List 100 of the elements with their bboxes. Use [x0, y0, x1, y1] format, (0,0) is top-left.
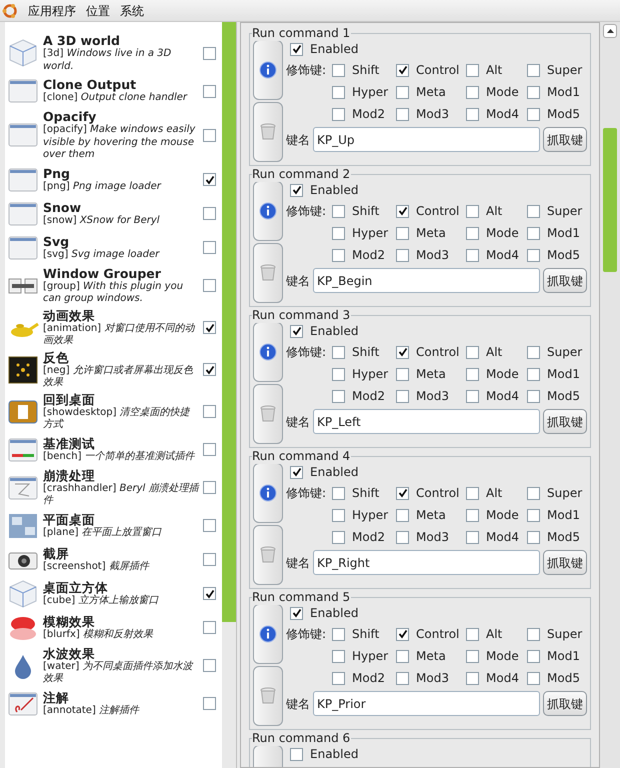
modifier-checkbox[interactable]	[332, 368, 345, 380]
scroll-up-button[interactable]	[603, 24, 617, 38]
info-button[interactable]	[253, 604, 283, 664]
modifier-checkbox[interactable]	[466, 672, 479, 684]
modifier-checkbox[interactable]	[527, 530, 540, 544]
modifier-checkbox[interactable]	[396, 368, 409, 380]
modifier-checkbox[interactable]	[396, 86, 409, 98]
modifier-checkbox[interactable]	[332, 64, 345, 76]
info-button[interactable]	[253, 745, 283, 767]
modifier-checkbox[interactable]	[396, 628, 409, 640]
modifier-checkbox[interactable]	[332, 486, 345, 500]
plugin-checkbox[interactable]	[203, 321, 216, 334]
plugin-checkbox[interactable]	[203, 697, 216, 710]
modifier-checkbox[interactable]	[396, 390, 409, 402]
key-name-field[interactable]: KP_Up	[313, 127, 540, 152]
plugin-checkbox[interactable]	[203, 207, 216, 220]
modifier-checkbox[interactable]	[332, 248, 345, 262]
modifier-checkbox[interactable]	[527, 64, 540, 76]
info-button[interactable]	[253, 322, 283, 382]
enabled-checkbox[interactable]	[290, 324, 303, 338]
grab-key-button[interactable]: 抓取键	[543, 550, 587, 575]
grab-key-button[interactable]: 抓取键	[543, 127, 587, 152]
modifier-checkbox[interactable]	[466, 486, 479, 500]
delete-button[interactable]	[253, 525, 283, 585]
modifier-checkbox[interactable]	[527, 346, 540, 358]
plugin-checkbox[interactable]	[203, 241, 216, 254]
enabled-checkbox[interactable]	[290, 606, 303, 620]
info-button[interactable]	[253, 40, 283, 100]
modifier-checkbox[interactable]	[527, 204, 540, 218]
modifier-checkbox[interactable]	[396, 486, 409, 500]
modifier-checkbox[interactable]	[527, 628, 540, 640]
delete-button[interactable]	[253, 243, 283, 303]
modifier-checkbox[interactable]	[466, 346, 479, 358]
plugin-checkbox[interactable]	[203, 84, 216, 98]
modifier-checkbox[interactable]	[527, 672, 540, 684]
modifier-checkbox[interactable]	[332, 650, 345, 662]
menu-item[interactable]: 系统	[120, 2, 144, 20]
modifier-checkbox[interactable]	[527, 650, 540, 662]
modifier-checkbox[interactable]	[396, 204, 409, 218]
modifier-checkbox[interactable]	[396, 672, 409, 684]
enabled-checkbox[interactable]	[290, 466, 303, 478]
grab-key-button[interactable]: 抓取键	[543, 691, 587, 716]
modifier-checkbox[interactable]	[466, 650, 479, 662]
modifier-checkbox[interactable]	[527, 86, 540, 98]
modifier-checkbox[interactable]	[466, 86, 479, 98]
info-button[interactable]	[253, 181, 283, 241]
modifier-checkbox[interactable]	[527, 226, 540, 240]
enabled-checkbox[interactable]	[290, 184, 303, 196]
key-name-field[interactable]: KP_Begin	[313, 268, 540, 293]
menu-item[interactable]: 应用程序	[28, 2, 76, 20]
delete-button[interactable]	[253, 384, 283, 444]
plugin-checkbox[interactable]	[203, 128, 216, 142]
modifier-checkbox[interactable]	[466, 204, 479, 218]
plugin-checkbox[interactable]	[203, 279, 216, 292]
modifier-checkbox[interactable]	[527, 508, 540, 522]
modifier-checkbox[interactable]	[396, 530, 409, 544]
modifier-checkbox[interactable]	[466, 108, 479, 120]
info-button[interactable]	[253, 463, 283, 523]
plugin-checkbox[interactable]	[203, 46, 216, 60]
modifier-checkbox[interactable]	[527, 390, 540, 402]
plugin-checkbox[interactable]	[203, 405, 216, 418]
modifier-checkbox[interactable]	[527, 486, 540, 500]
menu-item[interactable]: 位置	[86, 2, 110, 20]
modifier-checkbox[interactable]	[396, 108, 409, 120]
modifier-checkbox[interactable]	[466, 530, 479, 544]
modifier-checkbox[interactable]	[466, 248, 479, 262]
grab-key-button[interactable]: 抓取键	[543, 268, 587, 293]
plugin-checkbox[interactable]	[203, 553, 216, 566]
delete-button[interactable]	[253, 102, 283, 162]
modifier-checkbox[interactable]	[396, 346, 409, 358]
modifier-checkbox[interactable]	[332, 204, 345, 218]
plugin-checkbox[interactable]	[203, 481, 216, 494]
modifier-checkbox[interactable]	[332, 108, 345, 120]
modifier-checkbox[interactable]	[466, 368, 479, 380]
key-name-field[interactable]: KP_Prior	[313, 691, 540, 716]
modifier-checkbox[interactable]	[396, 650, 409, 662]
plugin-checkbox[interactable]	[203, 519, 216, 532]
plugin-checkbox[interactable]	[203, 587, 216, 600]
modifier-checkbox[interactable]	[332, 86, 345, 98]
modifier-checkbox[interactable]	[332, 530, 345, 544]
enabled-checkbox[interactable]	[290, 42, 303, 56]
modifier-checkbox[interactable]	[332, 672, 345, 684]
modifier-checkbox[interactable]	[396, 64, 409, 76]
modifier-checkbox[interactable]	[466, 226, 479, 240]
scroll-thumb[interactable]	[603, 128, 617, 272]
modifier-checkbox[interactable]	[396, 508, 409, 522]
key-name-field[interactable]: KP_Left	[313, 409, 540, 434]
modifier-checkbox[interactable]	[466, 628, 479, 640]
modifier-checkbox[interactable]	[332, 628, 345, 640]
delete-button[interactable]	[253, 666, 283, 726]
key-name-field[interactable]: KP_Right	[313, 550, 540, 575]
plugin-checkbox[interactable]	[203, 173, 216, 186]
enabled-checkbox[interactable]	[290, 748, 303, 760]
modifier-checkbox[interactable]	[527, 368, 540, 380]
modifier-checkbox[interactable]	[396, 226, 409, 240]
modifier-checkbox[interactable]	[396, 248, 409, 262]
modifier-checkbox[interactable]	[466, 390, 479, 402]
modifier-checkbox[interactable]	[332, 346, 345, 358]
modifier-checkbox[interactable]	[332, 390, 345, 402]
modifier-checkbox[interactable]	[466, 508, 479, 522]
